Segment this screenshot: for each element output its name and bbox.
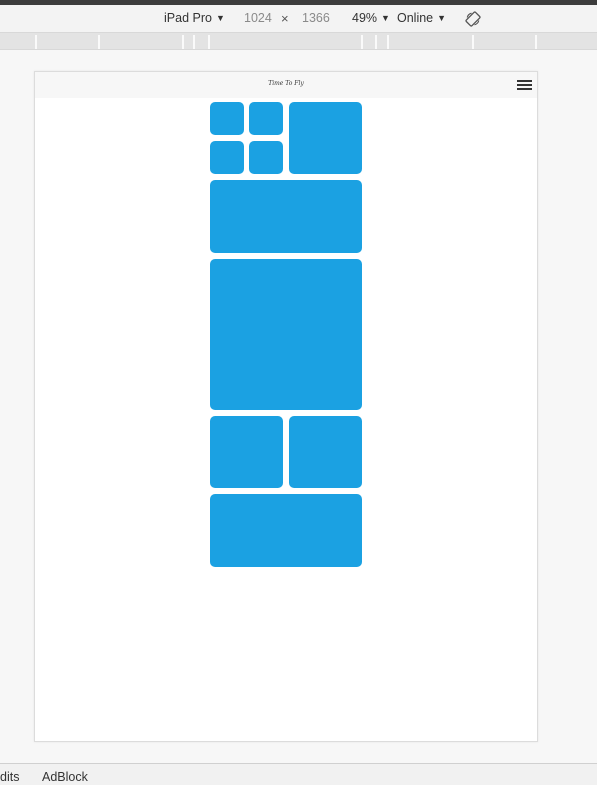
site-navbar: Time To Fly [35, 72, 537, 98]
tab-adblock[interactable]: AdBlock [42, 764, 88, 785]
zoom-select[interactable]: 49% ▼ [352, 5, 390, 32]
caret-down-icon: ▼ [437, 13, 447, 23]
ruler-tick [182, 35, 184, 49]
tile-medium-1[interactable] [289, 102, 362, 174]
ruler-tick [193, 35, 195, 49]
media-query-ruler [0, 32, 597, 50]
zoom-value: 49% [352, 11, 378, 25]
ruler-tick [375, 35, 377, 49]
tile-small-2[interactable] [249, 102, 283, 135]
caret-down-icon: ▼ [215, 13, 225, 23]
rotate-icon[interactable] [465, 10, 481, 27]
network-throttle-select[interactable]: Online ▼ [397, 5, 446, 32]
tile-wide-1[interactable] [210, 180, 362, 253]
ruler-tick [208, 35, 210, 49]
caret-down-icon: ▼ [381, 13, 390, 23]
tile-medium-3[interactable] [289, 416, 362, 488]
site-brand[interactable]: Time To Fly [35, 80, 537, 87]
hamburger-menu-icon[interactable] [517, 80, 532, 91]
device-name: iPad Pro [164, 11, 212, 25]
tile-small-4[interactable] [249, 141, 283, 174]
tile-large-1[interactable] [210, 259, 362, 410]
ruler-tick [472, 35, 474, 49]
ruler-tick [535, 35, 537, 49]
device-viewport: Time To Fly [34, 71, 538, 742]
network-value: Online [397, 11, 434, 25]
dimension-separator: × [281, 11, 289, 26]
ruler-tick [35, 35, 37, 49]
device-toolbar: iPad Pro ▼ 1024 × 1366 49% ▼ Online ▼ [0, 5, 597, 32]
ruler-tick [361, 35, 363, 49]
viewport-width-input[interactable]: 1024 [244, 5, 272, 32]
ruler-tick [98, 35, 100, 49]
tile-small-3[interactable] [210, 141, 244, 174]
viewport-height-input[interactable]: 1366 [302, 5, 330, 32]
tile-medium-2[interactable] [210, 416, 283, 488]
tab-edits[interactable]: dits [0, 764, 19, 785]
ruler-tick [387, 35, 389, 49]
tile-wide-2[interactable] [210, 494, 362, 567]
tile-small-1[interactable] [210, 102, 244, 135]
device-select[interactable]: iPad Pro ▼ [164, 5, 225, 32]
drawer-tabbar: dits AdBlock [0, 763, 597, 785]
